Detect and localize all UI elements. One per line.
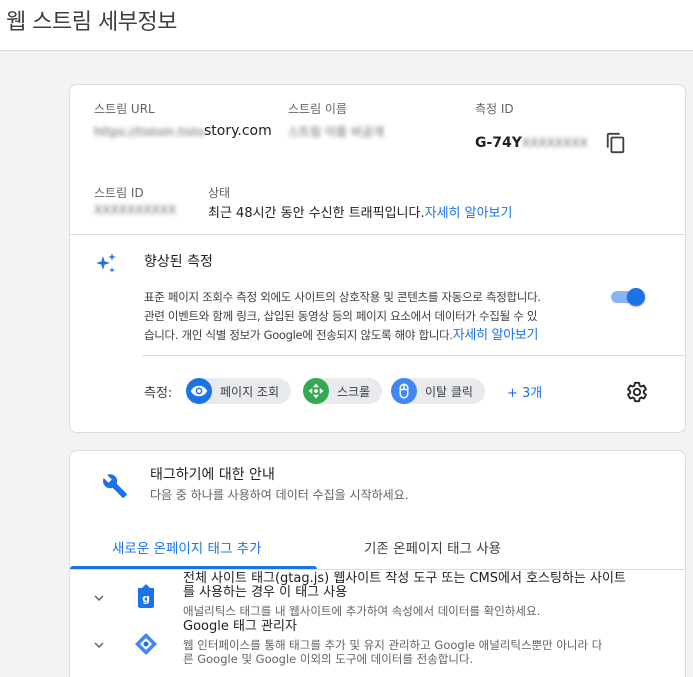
more-measurements-link[interactable]: + 3개 [507,382,542,401]
option-gtag-title-line-2: 를 사용하는 경우 이 태그 사용 [183,585,348,600]
option-gtag-description: 애널리틱스 태그를 내 웹사이트에 추가하여 속성에서 데이터를 확인하세요. [183,604,541,618]
option-gtag-title-line-1: 전체 사이트 태그(gtag.js) 웹사이트 작성 도구 또는 CMS에서 호… [183,571,626,586]
status-label: 상태 [208,186,231,200]
enhanced-measurement-description: 표준 페이지 조회수 측정 외에도 사이트의 상호작용 및 콘텐츠를 자동으로 … [144,288,614,345]
option-gtm-title: Google 태그 관리자 [183,619,297,634]
mouse-icon [391,378,417,404]
scroll-icon [303,378,329,404]
enhanced-desc-line-3: 습니다. 개인 식별 정보가 Google에 전송되지 않도록 해야 합니다.자… [144,326,614,345]
option-gtag-title: 전체 사이트 태그(gtag.js) 웹사이트 작성 도구 또는 CMS에서 호… [183,572,653,600]
measurement-id-label: 측정 ID [475,102,514,116]
option-gtm-description: 웹 인터페이스를 통해 태그를 추가 및 유지 관리하고 Google 애널리틱… [183,638,663,666]
wrench-icon [102,473,128,499]
settings-gear-icon[interactable] [626,381,648,403]
status-text: 최근 48시간 동안 수신한 트래픽입니다. [208,206,425,221]
divider [70,234,685,235]
page-title: 웹 스트림 세부정보 [6,10,177,35]
stream-url-value: https://tistoin.tistory.comstory.com [94,123,272,139]
tab-existing-onpage-tag[interactable]: 기존 온페이지 태그 사용 [364,537,501,557]
top-bar: 웹 스트림 세부정보 [0,0,693,51]
toggle-knob [627,288,645,306]
status-learn-more-link[interactable]: 자세히 알아보기 [425,206,513,221]
tagging-guide-card: 태그하기에 대한 안내 다음 중 하나를 사용하여 데이터 수집을 시작하세요.… [69,450,686,677]
tag-manager-icon [134,632,158,656]
measure-label: 측정: [144,386,173,401]
chip-outbound-click[interactable]: 이탈 클릭 [391,378,485,404]
eye-icon [186,378,212,404]
chip-scroll-label: 스크롤 [337,384,371,399]
enhanced-desc-line-3-text: 습니다. 개인 식별 정보가 Google에 전송되지 않도록 해야 합니다. [144,328,453,342]
option-gtm-desc-line-1: 웹 인터페이스를 통해 태그를 추가 및 유지 관리하고 Google 애널리틱… [183,638,603,652]
chevron-down-icon[interactable] [90,589,108,607]
tab-new-onpage-tag[interactable]: 새로운 온페이지 태그 추가 [112,537,262,557]
stream-url-hidden: https://tistoin.tistory.com [94,125,204,139]
chip-page-view-label: 페이지 조회 [220,384,280,399]
svg-text:g: g [142,592,150,605]
stream-name-label: 스트림 이름 [288,102,348,116]
tagging-subtitle: 다음 중 하나를 사용하여 데이터 수집을 시작하세요. [150,488,409,502]
copy-icon[interactable] [605,132,627,154]
tagging-title: 태그하기에 대한 안내 [150,467,275,483]
stream-id-label: 스트림 ID [94,186,144,200]
option-gtm-desc-line-2: 른 Google 및 Google 이외의 도구에 데이터를 전송합니다. [183,652,474,666]
divider [142,355,685,356]
sparkle-icon [94,252,118,276]
chip-scroll[interactable]: 스크롤 [303,378,383,404]
gtag-icon: g [136,584,156,608]
enhanced-desc-line-2: 관련 이벤트와 함께 링크, 삽입된 동영상 등의 페이지 요소에서 데이터가 … [144,309,538,323]
enhanced-measurement-title: 향상된 측정 [144,254,213,270]
chevron-down-icon[interactable] [90,636,108,654]
enhanced-learn-more-link[interactable]: 자세히 알아보기 [453,328,539,343]
stream-name-value: 스트림 이름 비공개 [288,125,384,139]
stream-url-suffix: story.com [204,123,272,139]
tabs-divider [70,569,685,570]
measurement-id-hidden: XXXXXXXX [521,136,588,150]
stream-details-card: 스트림 URL https://tistoin.tistory.comstory… [69,84,686,433]
measurement-id-value: G-74YXXXXXXXX [475,135,588,151]
stream-url-label: 스트림 URL [94,102,155,116]
stream-id-value: XXXXXXXXXX [94,203,177,217]
chip-page-view[interactable]: 페이지 조회 [186,378,292,404]
enhanced-measurement-toggle[interactable] [609,288,645,306]
measurement-id-prefix: G-74Y [475,135,522,151]
chip-outbound-click-label: 이탈 클릭 [425,384,473,399]
status-value: 최근 48시간 동안 수신한 트래픽입니다.자세히 알아보기 [208,202,512,221]
enhanced-desc-line-1: 표준 페이지 조회수 측정 외에도 사이트의 상호작용 및 콘텐츠를 자동으로 … [144,290,541,304]
